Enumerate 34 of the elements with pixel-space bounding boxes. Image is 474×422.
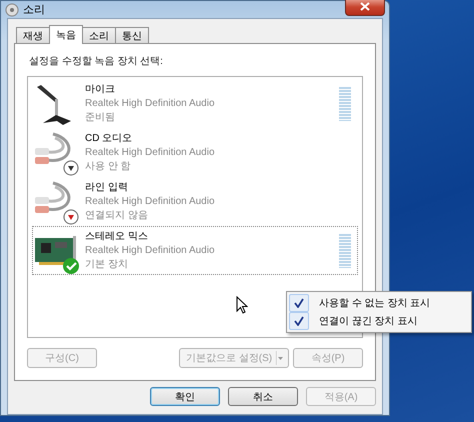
sound-card-icon — [35, 236, 76, 266]
device-driver: Realtek High Definition Audio — [85, 194, 215, 208]
cable-icon — [35, 181, 70, 212]
device-status: 기본 장치 — [85, 258, 129, 272]
close-button[interactable] — [345, 0, 385, 16]
dialog-button[interactable]: 취소 — [228, 387, 298, 406]
menu-item[interactable]: 연결이 끊긴 장치 표시 — [289, 312, 469, 330]
tab[interactable]: 통신 — [115, 27, 149, 43]
close-icon — [360, 2, 370, 11]
microphone-icon — [37, 84, 71, 124]
device-driver: Realtek High Definition Audio — [85, 146, 215, 160]
device-status: 연결되지 않음 — [85, 208, 149, 222]
tab[interactable]: 소리 — [82, 27, 116, 43]
menu-item[interactable]: 사용할 수 없는 장치 표시 — [289, 294, 469, 312]
device-name: CD 오디오 — [85, 132, 134, 146]
speaker-icon — [5, 2, 19, 16]
instruction-text: 설정을 수정할 녹음 장치 선택: — [29, 55, 163, 68]
device-status: 사용 안 함 — [85, 160, 132, 174]
device-name: 마이크 — [85, 82, 116, 96]
cable-icon — [35, 132, 70, 164]
device-status: 준비됨 — [85, 110, 116, 124]
dialog-button[interactable]: 확인 — [150, 387, 220, 406]
tab[interactable]: 녹음 — [49, 25, 83, 44]
device-driver: Realtek High Definition Audio — [85, 96, 215, 110]
dropdown-arrow-icon — [276, 351, 284, 365]
device-item[interactable]: 스테레오 믹스 Realtek High Definition Audio 기본 장치 — [32, 226, 358, 275]
device-item[interactable]: 마이크 Realtek High Definition Audio 준비됨 — [32, 79, 358, 128]
tab[interactable]: 재생 — [16, 27, 50, 43]
device-driver: Realtek High Definition Audio — [85, 244, 215, 258]
device-name: 라인 입력 — [85, 180, 129, 194]
window-title: 소리 — [23, 3, 45, 17]
device-name: 스테레오 믹스 — [85, 230, 149, 244]
mouse-cursor-icon — [236, 296, 248, 314]
device-item[interactable]: 라인 입력 Realtek High Definition Audio 연결되지 않음 — [32, 177, 358, 226]
